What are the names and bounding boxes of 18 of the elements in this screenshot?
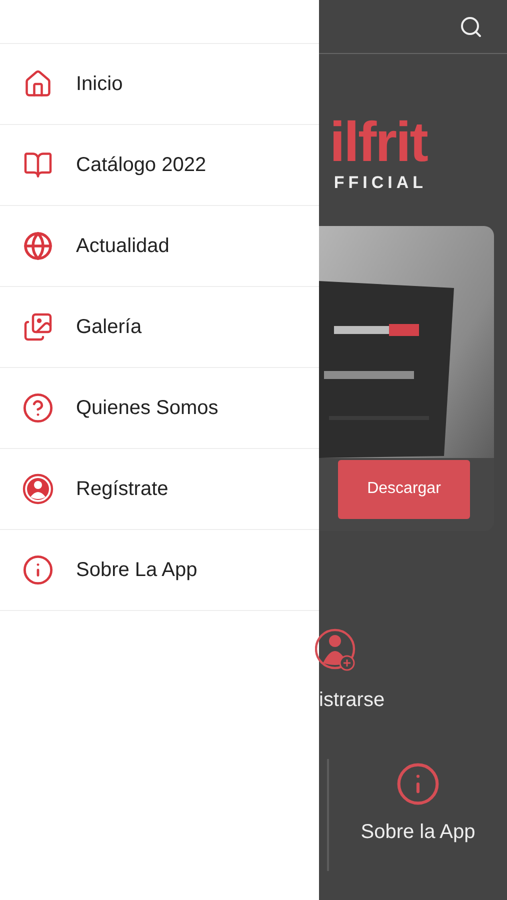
globe-icon bbox=[23, 231, 53, 261]
logo-text: ilfrit bbox=[330, 114, 427, 170]
download-button[interactable]: Descargar bbox=[338, 460, 470, 518]
menu-item[interactable]: Regístrate bbox=[0, 449, 319, 530]
book-icon bbox=[23, 150, 53, 180]
menu-item[interactable]: Catálogo 2022 bbox=[0, 125, 319, 206]
info-icon bbox=[22, 554, 54, 586]
menu-item[interactable]: Inicio bbox=[0, 44, 319, 125]
shortcut-label[interactable]: Sobre la App bbox=[360, 816, 476, 846]
menu-item[interactable]: Sobre La App bbox=[0, 530, 319, 611]
user-icon bbox=[22, 473, 54, 505]
menu-item[interactable]: Actualidad bbox=[0, 206, 319, 287]
logo-tagline: FFICIAL bbox=[334, 172, 427, 194]
shortcut-label[interactable]: istrarse bbox=[319, 684, 385, 714]
house-icon bbox=[23, 69, 53, 99]
help-icon bbox=[22, 392, 54, 424]
pictures-icon bbox=[23, 312, 53, 342]
search-icon[interactable] bbox=[459, 14, 483, 38]
